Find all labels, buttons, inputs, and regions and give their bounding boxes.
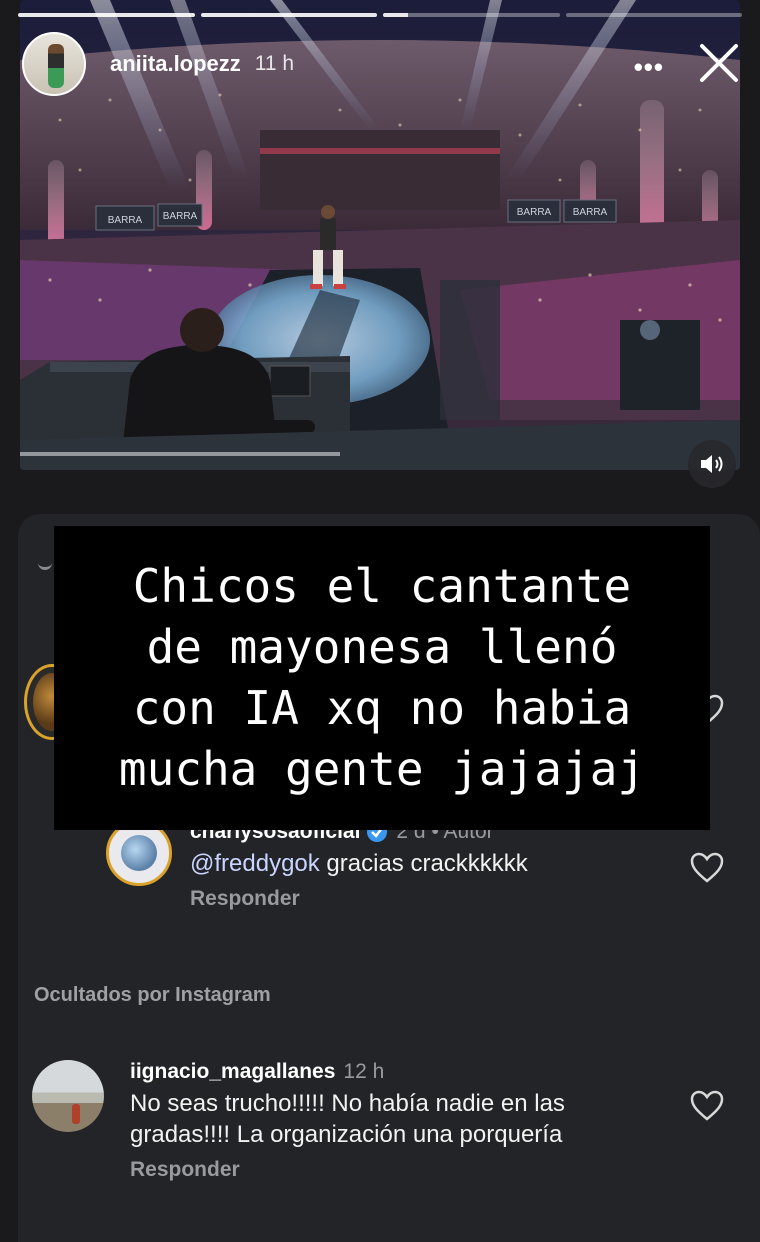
avatar-figure (48, 44, 64, 88)
comment-reply: charlysosaoficial 2 d • Autor @freddygok… (106, 820, 670, 911)
story-caption-text: Chicos el cantante de mayonesa llenó con… (118, 559, 646, 796)
svg-text:BARRA: BARRA (163, 211, 198, 222)
close-button[interactable] (696, 40, 742, 86)
comment-hidden: iignacio_magallanes 12 h No seas trucho!… (32, 1060, 650, 1182)
heart-icon[interactable] (690, 852, 724, 884)
svg-text:BARRA: BARRA (108, 215, 143, 226)
story-caption-box: Chicos el cantante de mayonesa llenó con… (54, 526, 710, 830)
more-options-button[interactable]: ••• (634, 52, 664, 83)
comment-text: No seas trucho!!!!! No había nadie en la… (130, 1090, 565, 1148)
svg-text:BARRA: BARRA (573, 207, 608, 218)
speaker-icon (701, 455, 723, 473)
story-progress (18, 13, 742, 17)
comment-text: @freddygok gracias crackkkkkk (190, 848, 670, 879)
reply-button[interactable]: Responder (190, 887, 670, 911)
comment-mention[interactable]: @freddygok (190, 850, 320, 877)
progress-segment (200, 13, 377, 17)
heart-icon[interactable] (690, 1090, 724, 1122)
comment-body: gracias crackkkkkk (319, 850, 528, 877)
partial-comment-mark (38, 562, 52, 570)
close-icon (700, 44, 738, 82)
comment-meta: 12 h (343, 1060, 385, 1083)
story-time: 11 h (254, 52, 295, 75)
progress-segment (565, 13, 742, 17)
progress-segment (18, 13, 195, 17)
commenter-avatar[interactable] (32, 1060, 104, 1132)
reply-button[interactable]: Responder (130, 1158, 650, 1182)
hidden-comments-label[interactable]: Ocultados por Instagram (34, 984, 271, 1007)
user-avatar[interactable] (22, 32, 86, 96)
svg-text:BARRA: BARRA (517, 207, 552, 218)
comment-username[interactable]: iignacio_magallanes (130, 1060, 335, 1084)
progress-segment-current (383, 13, 560, 17)
story-username[interactable]: aniita.lopezz (110, 51, 241, 77)
story-header: aniita.lopezz 11 h ••• (22, 30, 742, 98)
sound-toggle-button[interactable] (688, 440, 736, 488)
